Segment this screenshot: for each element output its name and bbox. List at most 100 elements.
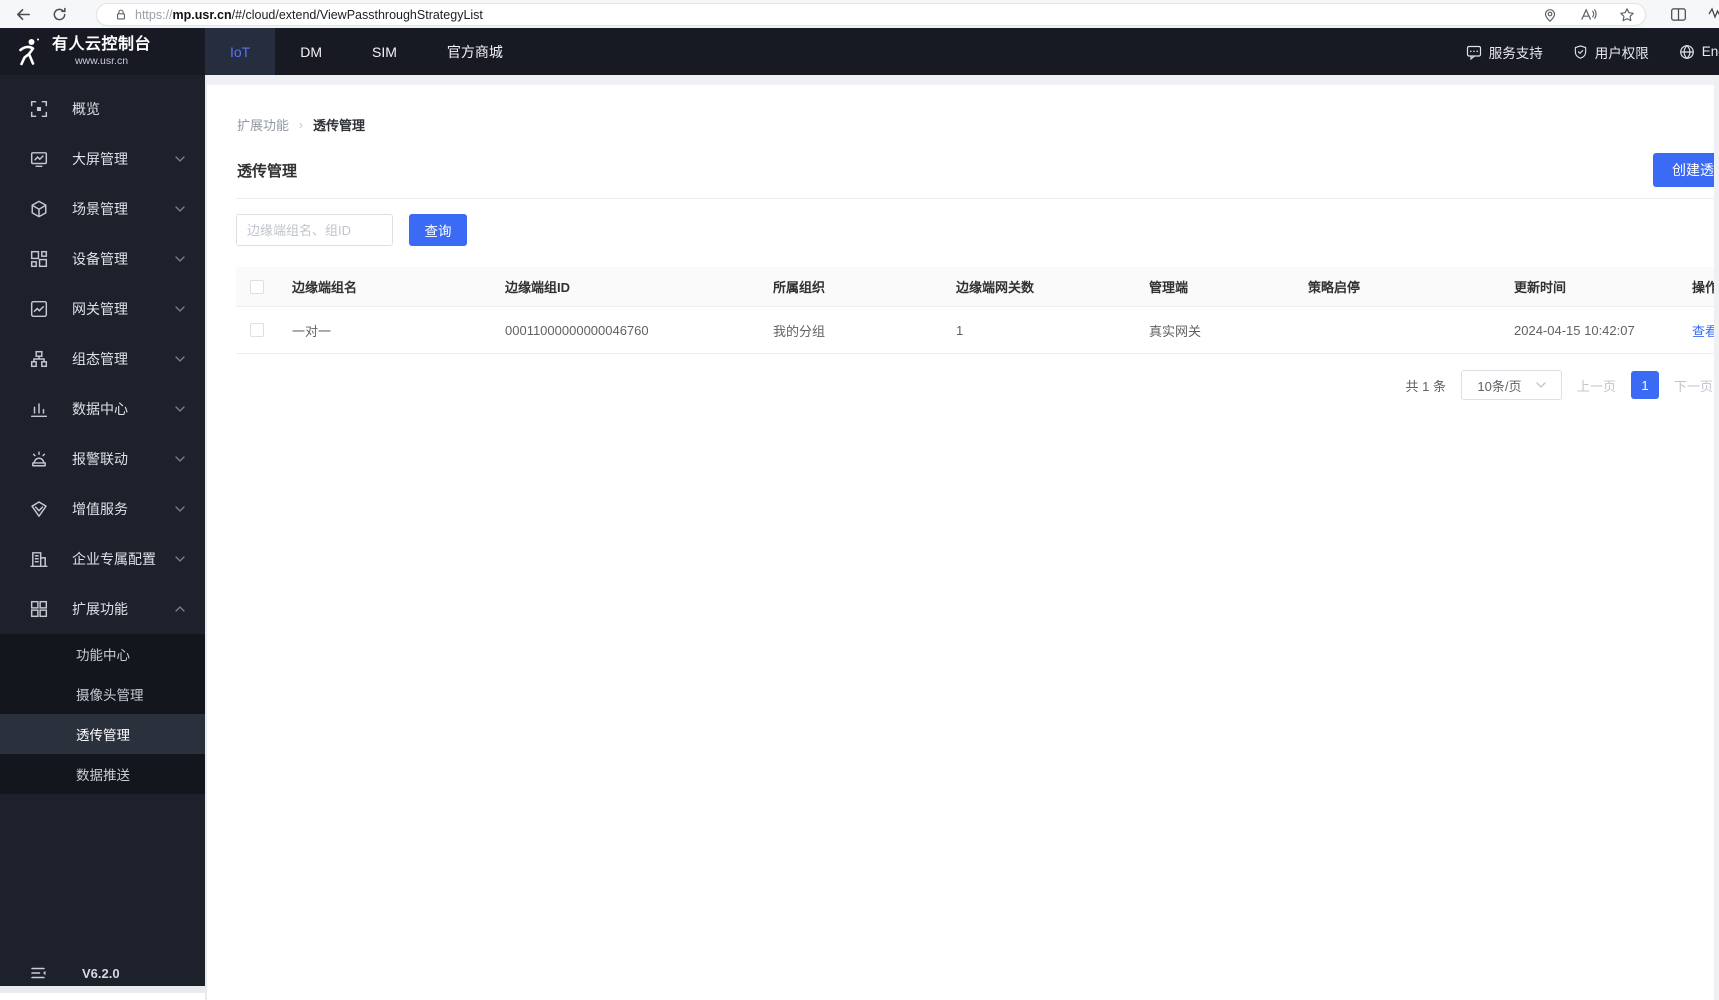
url-text: https://mp.usr.cn/#/cloud/extend/ViewPas… [135, 7, 483, 22]
chevron-down-icon [175, 456, 185, 462]
partial-toolbar-icon[interactable] [1705, 4, 1719, 24]
back-arrow-icon [16, 8, 30, 20]
scada-icon [30, 350, 48, 368]
logo-subtitle: www.usr.cn [74, 54, 129, 67]
sidebar-item-big-screen[interactable]: 大屏管理 [0, 134, 205, 184]
language-switch[interactable]: English [1679, 44, 1719, 60]
sidebar-item-enterprise[interactable]: 企业专属配置 [0, 534, 205, 584]
sidebar-item-overview[interactable]: 概览 [0, 84, 205, 134]
usr-person-logo-icon [16, 37, 43, 67]
version-label: V6.2.0 [82, 965, 120, 981]
extend-icon [30, 600, 48, 618]
cell-manage-side: 真实网关 [1149, 323, 1202, 339]
chevron-down-icon [1535, 382, 1546, 388]
page-number-1[interactable]: 1 [1630, 371, 1659, 399]
chevron-down-icon [175, 156, 185, 162]
breadcrumb-separator-icon: › [299, 117, 304, 132]
sidebar-item-scada[interactable]: 组态管理 [0, 334, 205, 384]
chevron-down-icon [175, 406, 185, 412]
page-size-select[interactable]: 10条/页 [1460, 370, 1562, 400]
cell-org: 我的分组 [773, 323, 826, 339]
chevron-down-icon [175, 256, 185, 262]
breadcrumb-current: 透传管理 [313, 118, 366, 133]
sidebar-item-camera[interactable]: 摄像头管理 [0, 674, 205, 714]
globe-icon [1679, 44, 1695, 60]
sidebar-item-gateway[interactable]: 网关管理 [0, 284, 205, 334]
tab-dm[interactable]: DM [275, 28, 347, 75]
browser-refresh-button[interactable] [44, 2, 74, 26]
chevron-down-icon [175, 556, 185, 562]
sidebar-item-alarm[interactable]: 报警联动 [0, 434, 205, 484]
cell-update-time: 2024-04-15 10:42:07 [1514, 322, 1635, 338]
enterprise-icon [30, 550, 48, 568]
header-group-id: 边缘端组ID [505, 280, 571, 295]
refresh-icon [53, 7, 66, 20]
location-icon[interactable] [1542, 7, 1558, 23]
chevron-up-icon [175, 606, 185, 612]
sidebar-item-value-service[interactable]: 增值服务 [0, 484, 205, 534]
device-icon [30, 250, 48, 268]
sidebar-item-passthrough[interactable]: 透传管理 [0, 714, 205, 754]
header-group-name: 边缘端组名 [292, 280, 358, 295]
sidebar: 概览 大屏管理 场景管理 设备管理 网关管理 组态管理 数据中心 报警联动 增值… [0, 75, 205, 993]
sidebar-item-data-center[interactable]: 数据中心 [0, 384, 205, 434]
sidebar-item-extend[interactable]: 扩展功能 [0, 584, 205, 634]
page-title: 透传管理 [237, 163, 298, 180]
split-screen-icon[interactable] [1670, 6, 1687, 23]
header-update-time: 更新时间 [1514, 280, 1567, 295]
table-row: 一对一 00011000000000046760 我的分组 1 真实网关 202… [236, 307, 1719, 354]
content-top-band [207, 75, 1719, 85]
favorite-star-icon[interactable] [1619, 7, 1635, 23]
strategy-table: 边缘端组名 边缘端组ID 所属组织 边缘端网关数 管理端 策略启停 更新时间 操… [236, 267, 1719, 354]
overview-icon [30, 100, 48, 118]
logo-title: 有人云控制台 [52, 35, 152, 53]
read-aloud-icon[interactable] [1580, 7, 1597, 22]
content-scrollbar[interactable] [1714, 75, 1719, 1000]
value-service-icon [30, 500, 48, 518]
browser-back-button[interactable] [8, 2, 38, 26]
service-support-link[interactable]: 服务支持 [1466, 42, 1543, 62]
breadcrumb: 扩展功能 › 透传管理 [237, 115, 1719, 134]
select-all-checkbox[interactable] [250, 279, 264, 294]
user-permissions-link[interactable]: 用户权限 [1573, 42, 1649, 62]
next-page-button[interactable]: 下一页 [1674, 376, 1713, 395]
title-divider [236, 198, 1719, 199]
header-strategy-switch: 策略启停 [1308, 280, 1361, 295]
chevron-down-icon [175, 306, 185, 312]
row-checkbox[interactable] [250, 323, 264, 337]
scene-icon [30, 200, 48, 218]
pagination-total: 共 1 条 [1405, 378, 1446, 394]
breadcrumb-parent[interactable]: 扩展功能 [237, 115, 289, 134]
sidebar-bottom-strip [0, 986, 205, 993]
extend-submenu: 功能中心 摄像头管理 透传管理 数据推送 [0, 634, 205, 794]
user-permissions-label: 用户权限 [1594, 45, 1649, 61]
chat-icon [1466, 44, 1482, 60]
lock-icon[interactable] [115, 8, 127, 21]
chevron-down-icon [175, 206, 185, 212]
cell-gateway-count: 1 [956, 322, 964, 338]
query-button[interactable]: 查询 [409, 214, 467, 246]
header-gateway-count: 边缘端网关数 [956, 280, 1035, 295]
tab-sim[interactable]: SIM [347, 28, 422, 75]
tab-iot[interactable]: IoT [205, 28, 276, 75]
product-tabs: IoT DM SIM 官方商城 [205, 28, 528, 75]
tab-official-mall[interactable]: 官方商城 [422, 28, 528, 75]
sidebar-item-data-push[interactable]: 数据推送 [0, 754, 205, 794]
language-label: English [1701, 44, 1719, 59]
browser-toolbar: https://mp.usr.cn/#/cloud/extend/ViewPas… [0, 0, 1719, 28]
cell-group-id: 00011000000000046760 [505, 322, 649, 338]
gateway-icon [30, 300, 48, 318]
sidebar-item-scene[interactable]: 场景管理 [0, 184, 205, 234]
cell-group-name: 一对一 [292, 323, 332, 339]
main-content: 扩展功能 › 透传管理 透传管理 创建透传策略 查询 边缘端组名 边缘端组ID … [205, 75, 1719, 1000]
collapse-sidebar-icon[interactable] [30, 965, 47, 981]
address-bar[interactable]: https://mp.usr.cn/#/cloud/extend/ViewPas… [96, 3, 1646, 26]
pagination: 共 1 条 10条/页 上一页 1 下一页 [207, 370, 1719, 400]
prev-page-button[interactable]: 上一页 [1577, 376, 1616, 395]
search-input[interactable] [236, 214, 393, 246]
chevron-down-icon [175, 356, 185, 362]
sidebar-item-function-center[interactable]: 功能中心 [0, 634, 205, 674]
logo[interactable]: 有人云控制台 www.usr.cn [0, 28, 205, 75]
sidebar-item-device[interactable]: 设备管理 [0, 234, 205, 284]
create-strategy-button[interactable]: 创建透传策略 [1653, 153, 1719, 187]
